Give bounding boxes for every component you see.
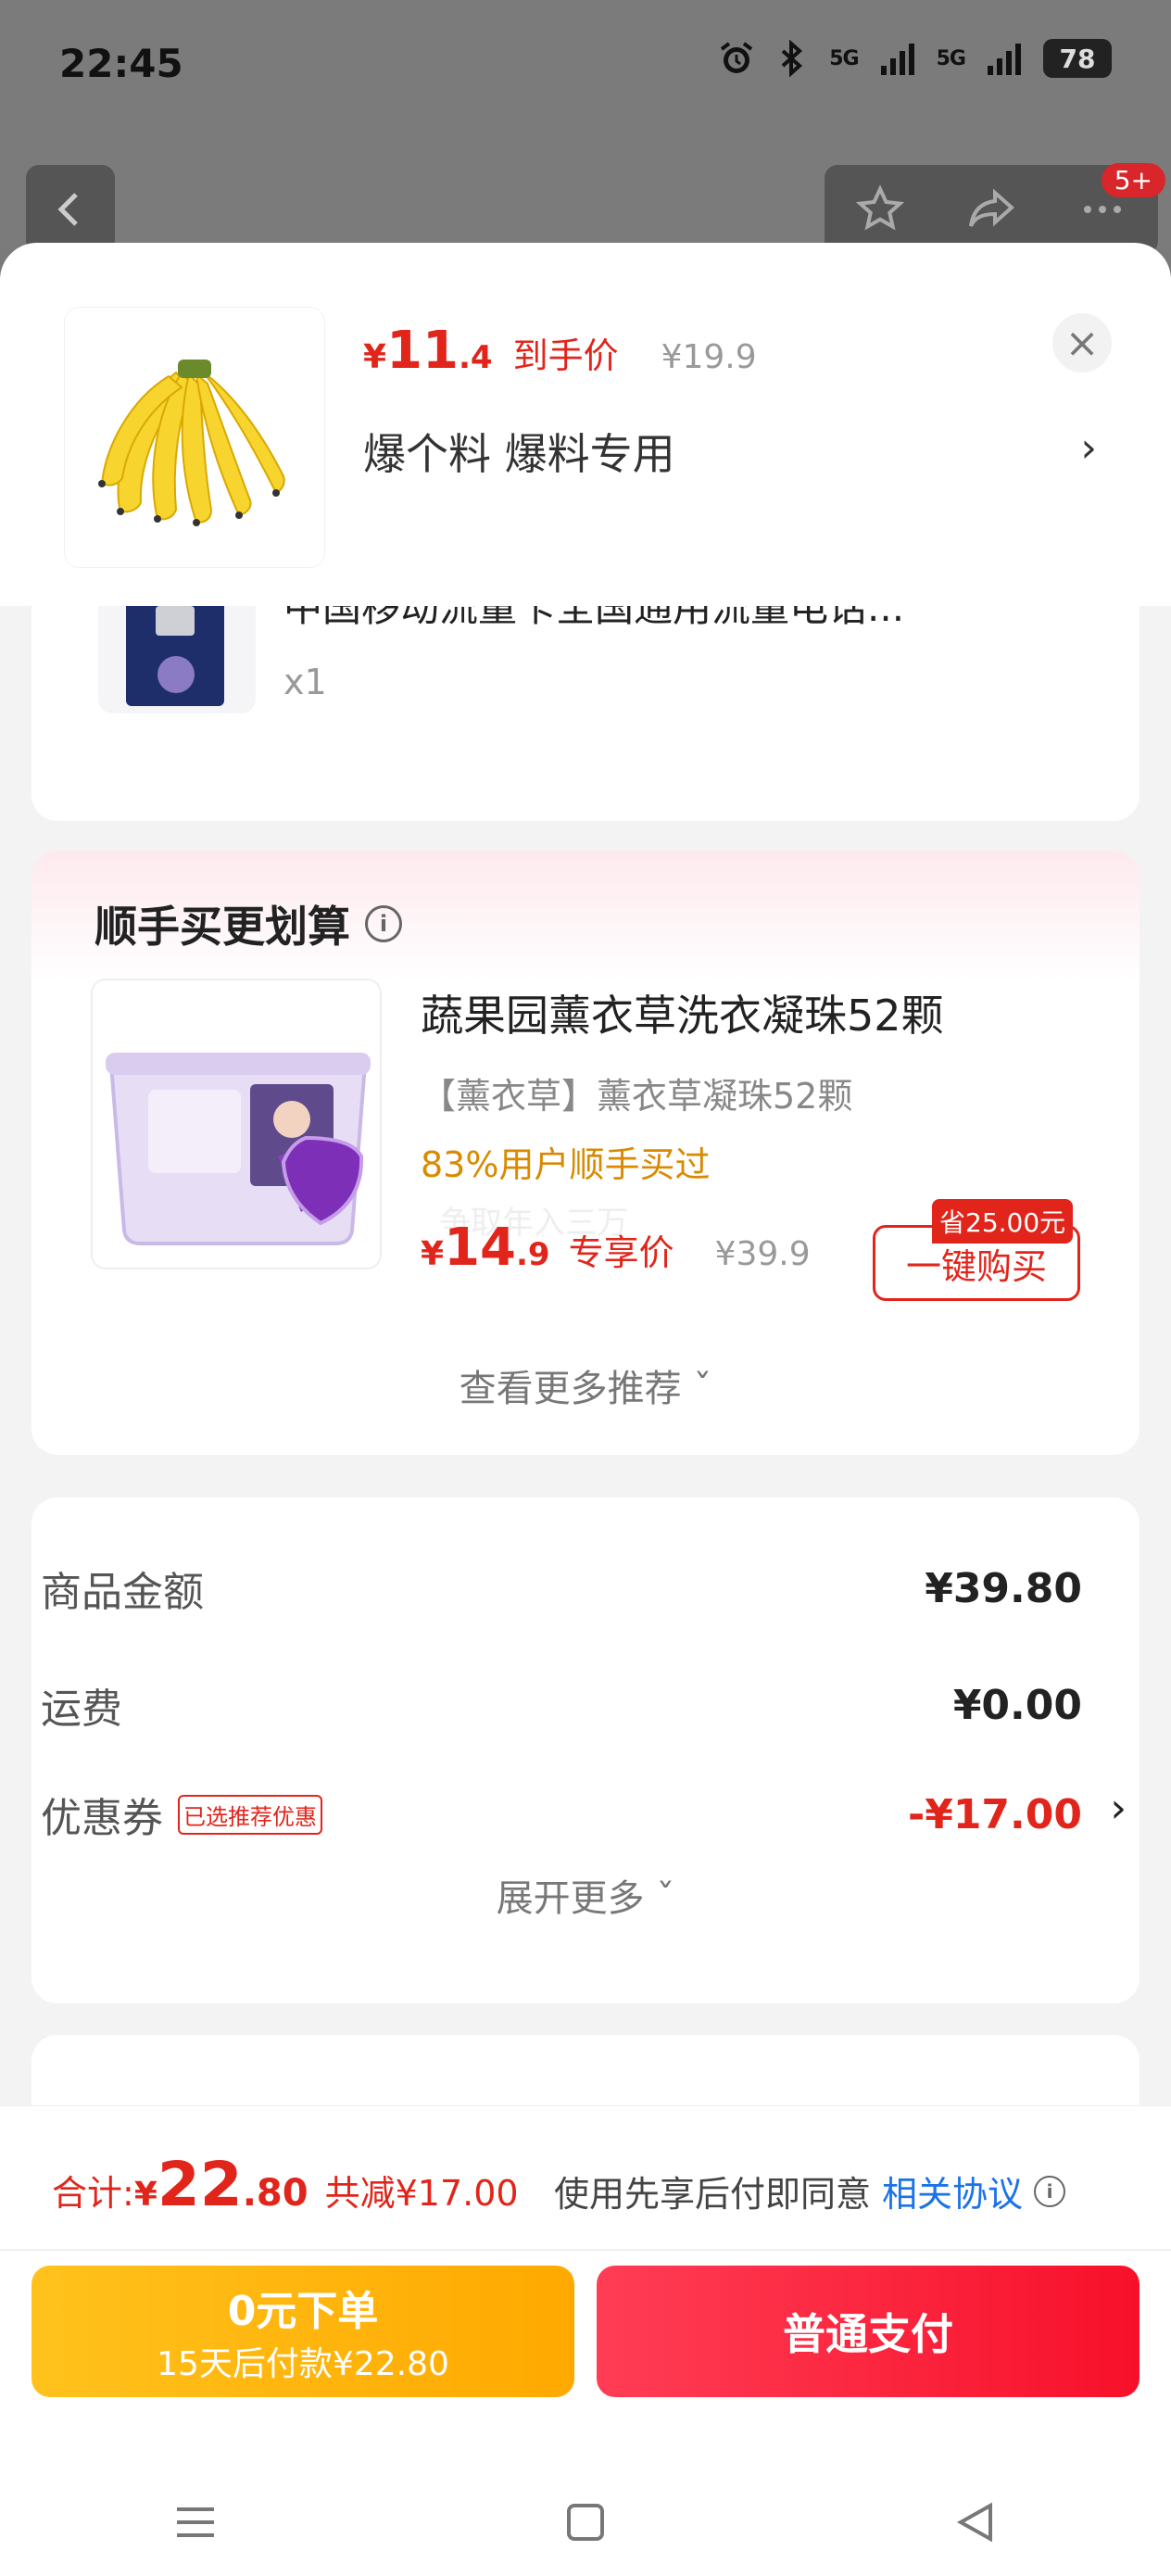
agreement-text: 使用先享后付即同意 bbox=[554, 2174, 872, 2215]
total-int: 22 bbox=[157, 2149, 243, 2220]
system-nav-bar bbox=[0, 2468, 1171, 2576]
save-tag: 省25.00元 bbox=[932, 1199, 1074, 1244]
agreement-info-icon[interactable]: i bbox=[1034, 2175, 1066, 2207]
chevron-right-icon[interactable]: › bbox=[1080, 424, 1097, 472]
checkout-bottom-bar: 合计: ¥ 22 .80 共减¥17.00 使用先享后付即同意 相关协议 i 0元… bbox=[0, 2105, 1171, 2576]
summary-label-coupon: 优惠券 已选推荐优惠 bbox=[41, 1785, 322, 1844]
summary-value-goods: ¥39.80 bbox=[925, 1564, 1082, 1612]
coupon-label-text: 优惠券 bbox=[41, 1795, 163, 1842]
recommend-title: 顺手买更划算 i bbox=[94, 893, 402, 954]
zero-down-order-button[interactable]: 0元下单 15天后付款¥22.80 bbox=[31, 2266, 574, 2397]
recommend-price-int: 14 bbox=[444, 1218, 516, 1278]
agreement-line: 使用先享后付即同意 相关协议 i bbox=[554, 2166, 1066, 2216]
recommend-product-spec: 【薰衣草】薰衣草凝珠52颗 bbox=[421, 1076, 853, 1117]
recommend-social-proof: 83%用户顺手买过 bbox=[421, 1144, 711, 1185]
recommend-price-line: ¥14.9 专享价 ¥39.9 bbox=[421, 1218, 811, 1278]
signal-5g-icon: 5G bbox=[829, 46, 859, 70]
signal-bars-icon-2 bbox=[986, 40, 1023, 77]
status-bar: 22:45 5G 5G 78 bbox=[0, 0, 1171, 139]
recommend-price-yen: ¥ bbox=[421, 1235, 445, 1273]
signal-bars-icon bbox=[879, 40, 916, 77]
header-price-int: 11 bbox=[386, 321, 459, 381]
zero-down-line2: 15天后付款¥22.80 bbox=[157, 2345, 449, 2383]
header-price-yen: ¥ bbox=[363, 338, 387, 376]
notification-badge: 5+ bbox=[1101, 163, 1165, 197]
header-original-price: ¥19.9 bbox=[661, 338, 757, 376]
chevron-left-icon bbox=[57, 193, 78, 226]
status-icons: 5G 5G 78 bbox=[718, 39, 1112, 78]
recommend-price: ¥14.9 bbox=[421, 1218, 550, 1278]
share-icon[interactable] bbox=[965, 183, 1017, 235]
recommend-original-price: ¥39.9 bbox=[714, 1235, 811, 1273]
total-saved: 共减¥17.00 bbox=[324, 2173, 519, 2214]
item-quantity: x1 bbox=[283, 662, 327, 702]
divider bbox=[0, 2249, 1171, 2251]
product-thumbnail bbox=[65, 308, 324, 567]
recommend-price-label: 专享价 bbox=[568, 1232, 674, 1273]
recommend-product-name[interactable]: 蔬果园薰衣草洗衣凝珠52颗 bbox=[421, 982, 944, 1043]
menu-icon[interactable] bbox=[170, 2496, 221, 2548]
close-button[interactable]: × bbox=[1052, 313, 1112, 373]
total-cents: .80 bbox=[242, 2172, 308, 2215]
header-price: ¥11.4 bbox=[363, 321, 493, 381]
bluetooth-icon bbox=[775, 40, 809, 77]
total-yen: ¥ bbox=[133, 2176, 157, 2214]
total-line: 合计: ¥ 22 .80 共减¥17.00 bbox=[52, 2149, 519, 2220]
star-icon[interactable] bbox=[854, 183, 906, 235]
summary-row-goods: 商品金额 ¥39.80 bbox=[41, 1559, 1082, 1618]
banana-image bbox=[65, 308, 324, 567]
header-price-label: 到手价 bbox=[512, 335, 619, 376]
back-triangle-icon[interactable] bbox=[950, 2496, 1001, 2548]
total-label: 合计: bbox=[52, 2173, 134, 2214]
alarm-icon bbox=[718, 40, 755, 77]
recommend-title-text: 顺手买更划算 bbox=[94, 902, 350, 952]
agreement-link[interactable]: 相关协议 bbox=[882, 2166, 1023, 2216]
more-recommend-link[interactable]: 查看更多推荐 ˇ bbox=[31, 1358, 1140, 1412]
recommend-card: 顺手买更划算 i 蔬果园薰衣草洗衣凝珠52颗 【薰衣草】薰衣草凝珠52颗 83%… bbox=[31, 851, 1140, 1455]
summary-row-shipping: 运费 ¥0.00 bbox=[41, 1675, 1082, 1735]
status-time: 22:45 bbox=[59, 41, 183, 86]
battery-icon: 78 bbox=[1043, 39, 1112, 78]
laundry-pods-image bbox=[93, 980, 380, 1268]
summary-label-shipping: 运费 bbox=[41, 1686, 122, 1733]
recommend-thumbnail[interactable] bbox=[91, 979, 382, 1269]
recommend-price-cents: .9 bbox=[516, 1236, 550, 1273]
summary-value-shipping: ¥0.00 bbox=[952, 1681, 1082, 1729]
summary-label-goods: 商品金额 bbox=[41, 1569, 204, 1616]
normal-pay-button[interactable]: 普通支付 bbox=[597, 2266, 1140, 2397]
back-button[interactable] bbox=[26, 165, 115, 254]
sheet-header: ¥11.4 到手价 ¥19.9 爆个料 爆料专用 › × bbox=[0, 243, 1171, 606]
coupon-tag: 已选推荐优惠 bbox=[178, 1794, 322, 1835]
expand-more-link[interactable]: 展开更多 ˇ bbox=[0, 1868, 1171, 1922]
header-price-cents: .4 bbox=[459, 339, 493, 376]
summary-value-coupon: -¥17.00 bbox=[907, 1790, 1082, 1838]
selected-spec[interactable]: 爆个料 爆料专用 bbox=[363, 421, 675, 482]
info-icon[interactable]: i bbox=[365, 905, 402, 942]
coupon-arrow-row[interactable]: › bbox=[1110, 1785, 1127, 1832]
signal-5g-icon-2: 5G bbox=[936, 46, 966, 70]
zero-down-line1: 0元下单 bbox=[227, 2288, 379, 2335]
header-price-line: ¥11.4 到手价 ¥19.9 bbox=[363, 321, 757, 381]
chevron-right-icon-coupon[interactable]: › bbox=[1110, 1785, 1127, 1832]
home-icon[interactable] bbox=[560, 2496, 611, 2548]
summary-row-coupon[interactable]: 优惠券 已选推荐优惠 -¥17.00 bbox=[41, 1785, 1082, 1844]
